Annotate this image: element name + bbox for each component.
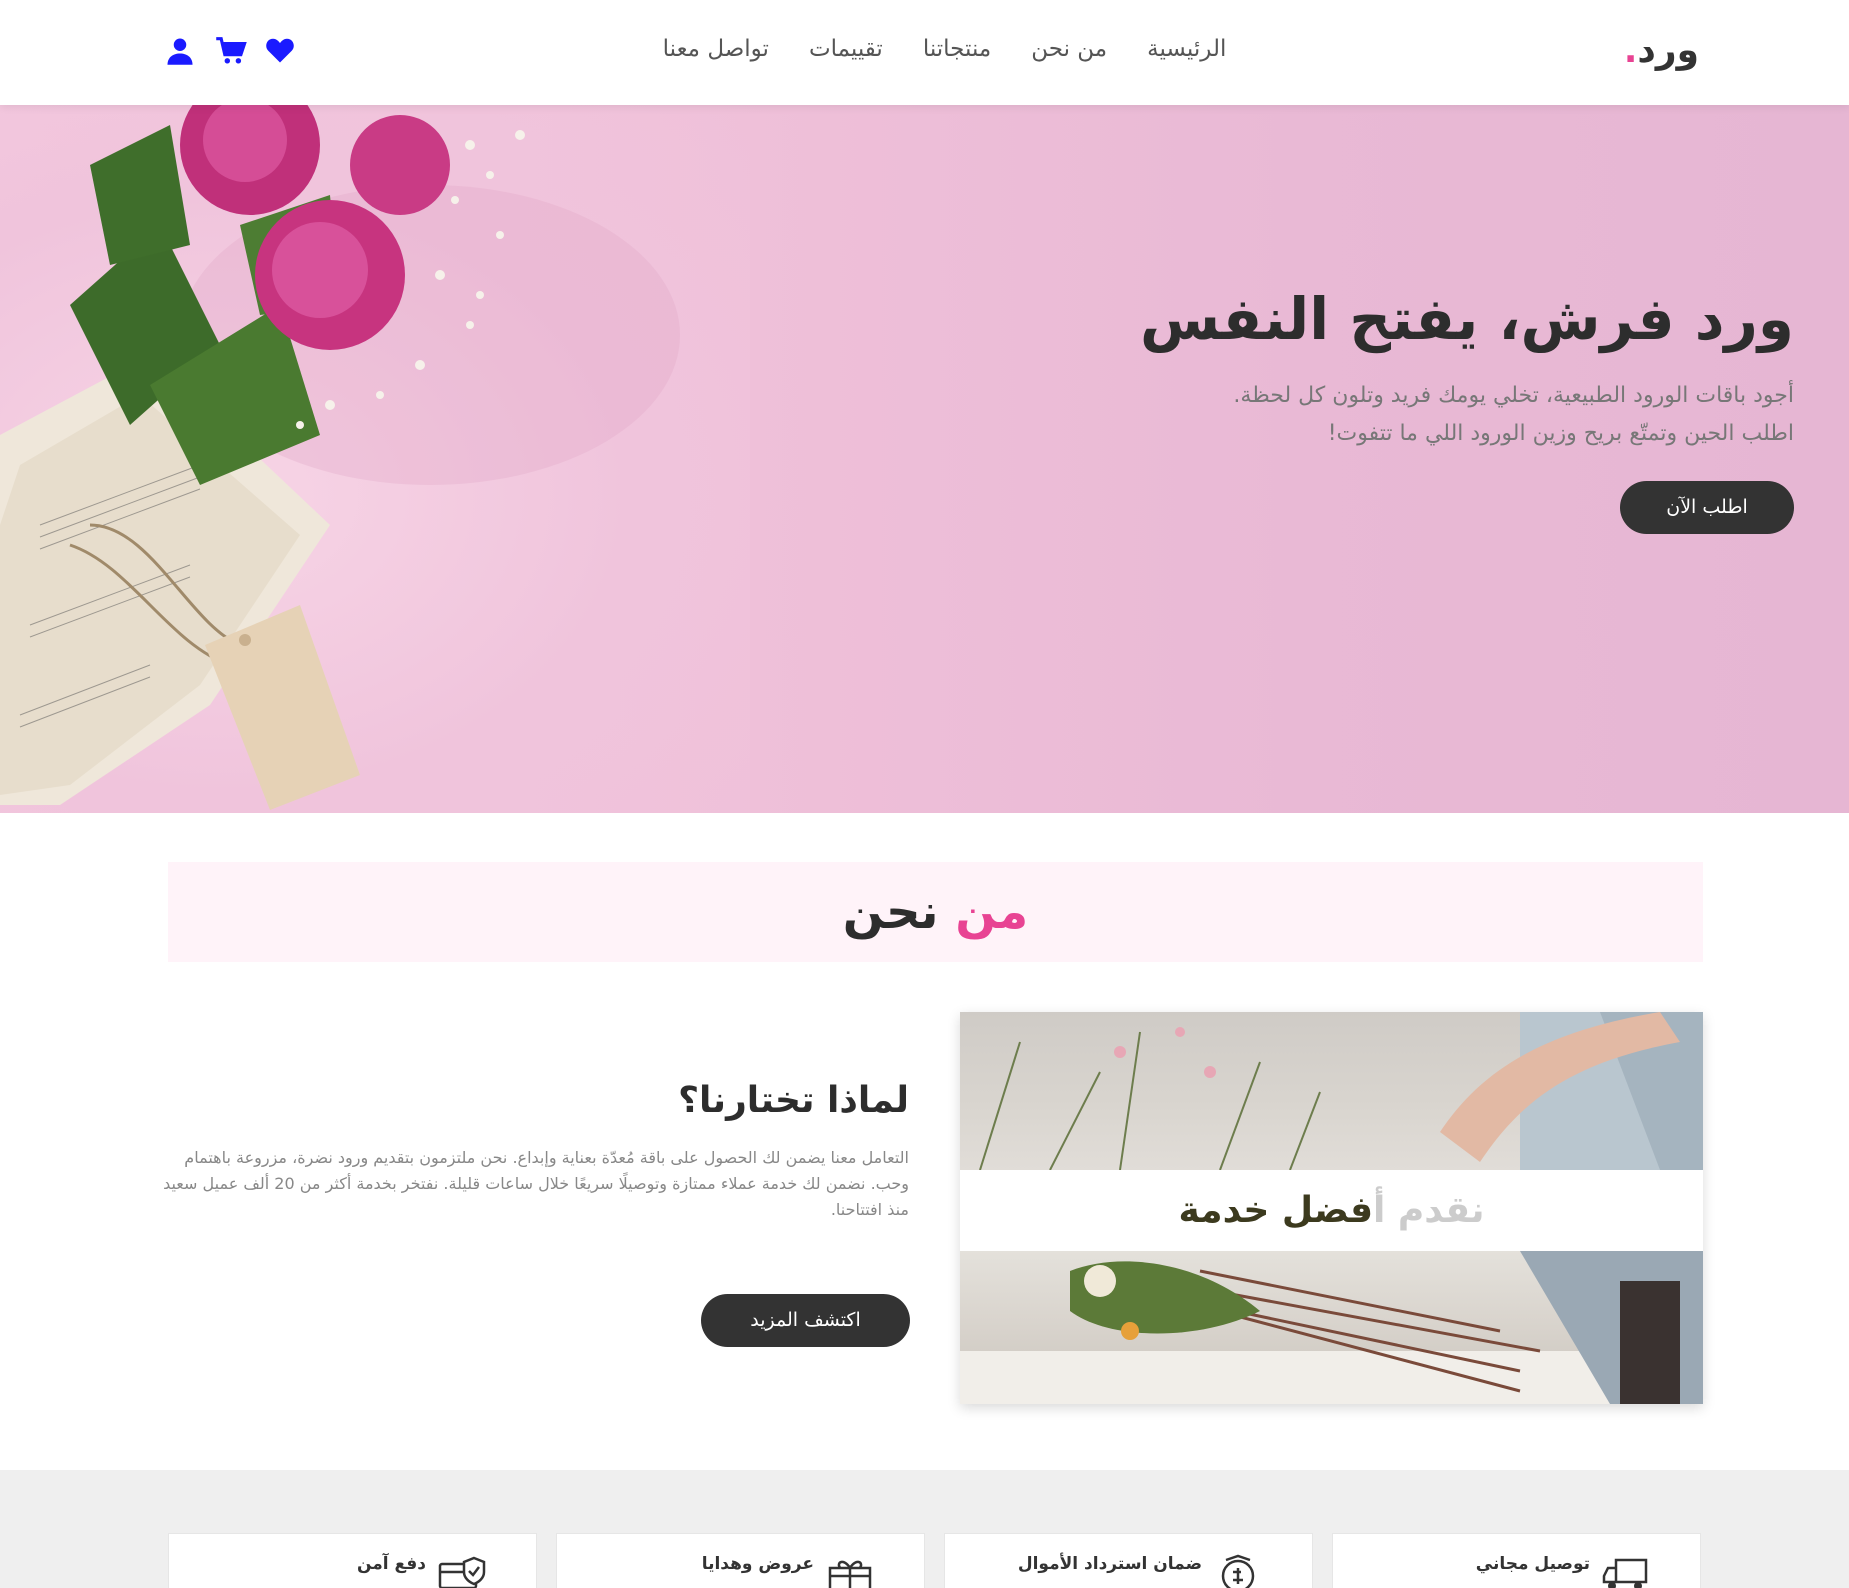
feature-label: ضمان استرداد الأموال <box>1017 1554 1202 1574</box>
about-image-bottom <box>960 1251 1703 1404</box>
why-us-block: لماذا تختارنا؟ التعامل معنا يضمن لك الحص… <box>159 1080 909 1223</box>
feature-label: توصيل مجاني <box>1475 1554 1590 1574</box>
nav-link-home[interactable]: الرئيسية <box>1147 36 1226 62</box>
hero-bouquet-image <box>0 105 750 813</box>
feature-card-offers-gifts: عروض وهدايا <box>556 1533 925 1588</box>
features-section: توصيل مجاني ضمان استرداد الأموال عروض وه… <box>0 1470 1849 1588</box>
money-back-icon <box>1214 1554 1262 1588</box>
feature-label: عروض وهدايا <box>701 1554 814 1574</box>
navbar: ورد. الرئيسية من نحن منتجاتنا تقييمات تو… <box>0 0 1849 105</box>
why-us-text: التعامل معنا يضمن لك الحصول على باقة مُع… <box>163 1148 909 1219</box>
hero-subtitle-line1: أجود باقات الورود الطبيعية، تخلي يومك فر… <box>1233 383 1794 408</box>
about-image: نقدم أفضل خدمة <box>960 1012 1703 1404</box>
hero-content: ورد فرش، يفتح النفس أجود باقات الورود ال… <box>1094 285 1794 534</box>
feature-card-money-back: ضمان استرداد الأموال <box>944 1533 1313 1588</box>
heart-icon[interactable] <box>265 36 295 66</box>
feature-label: دفع آمن <box>356 1554 426 1574</box>
hero-subtitle-line2: اطلب الحين وتمتّع بريح وزين الورود اللي … <box>1327 421 1794 446</box>
about-heading: من نحن <box>168 862 1703 962</box>
why-us-title: لماذا تختارنا؟ <box>678 1080 909 1121</box>
about-heading-band: من نحن <box>168 862 1703 962</box>
user-icon[interactable] <box>165 36 195 66</box>
nav-link-about[interactable]: من نحن <box>1031 36 1107 62</box>
hero-section: ورد فرش، يفتح النفس أجود باقات الورود ال… <box>0 105 1849 813</box>
banner-faded-text: نقدم أ <box>1373 1190 1485 1231</box>
truck-icon <box>1602 1554 1650 1588</box>
feature-card-free-delivery: توصيل مجاني <box>1332 1533 1701 1588</box>
about-heading-pink: من <box>955 884 1029 940</box>
discover-more-button[interactable]: اكتشف المزيد <box>701 1294 910 1347</box>
feature-card-secure-payment: دفع آمن <box>168 1533 537 1588</box>
nav-link-products[interactable]: منتجاتنا <box>923 36 991 62</box>
nav-link-reviews[interactable]: تقييمات <box>809 36 883 62</box>
hero-title: ورد فرش، يفتح النفس <box>1140 285 1794 353</box>
nav-icons <box>165 36 295 66</box>
about-image-banner: نقدم أفضل خدمة <box>960 1170 1703 1251</box>
nav-link-contact[interactable]: تواصل معنا <box>663 36 769 62</box>
gift-icon <box>826 1554 874 1588</box>
cart-icon[interactable] <box>215 36 247 66</box>
order-now-button[interactable]: اطلب الآن <box>1620 481 1794 534</box>
about-heading-dark: نحن <box>842 884 939 940</box>
secure-payment-icon <box>438 1554 486 1588</box>
banner-text: فضل خدمة <box>1178 1190 1374 1231</box>
about-image-top <box>960 1012 1703 1171</box>
